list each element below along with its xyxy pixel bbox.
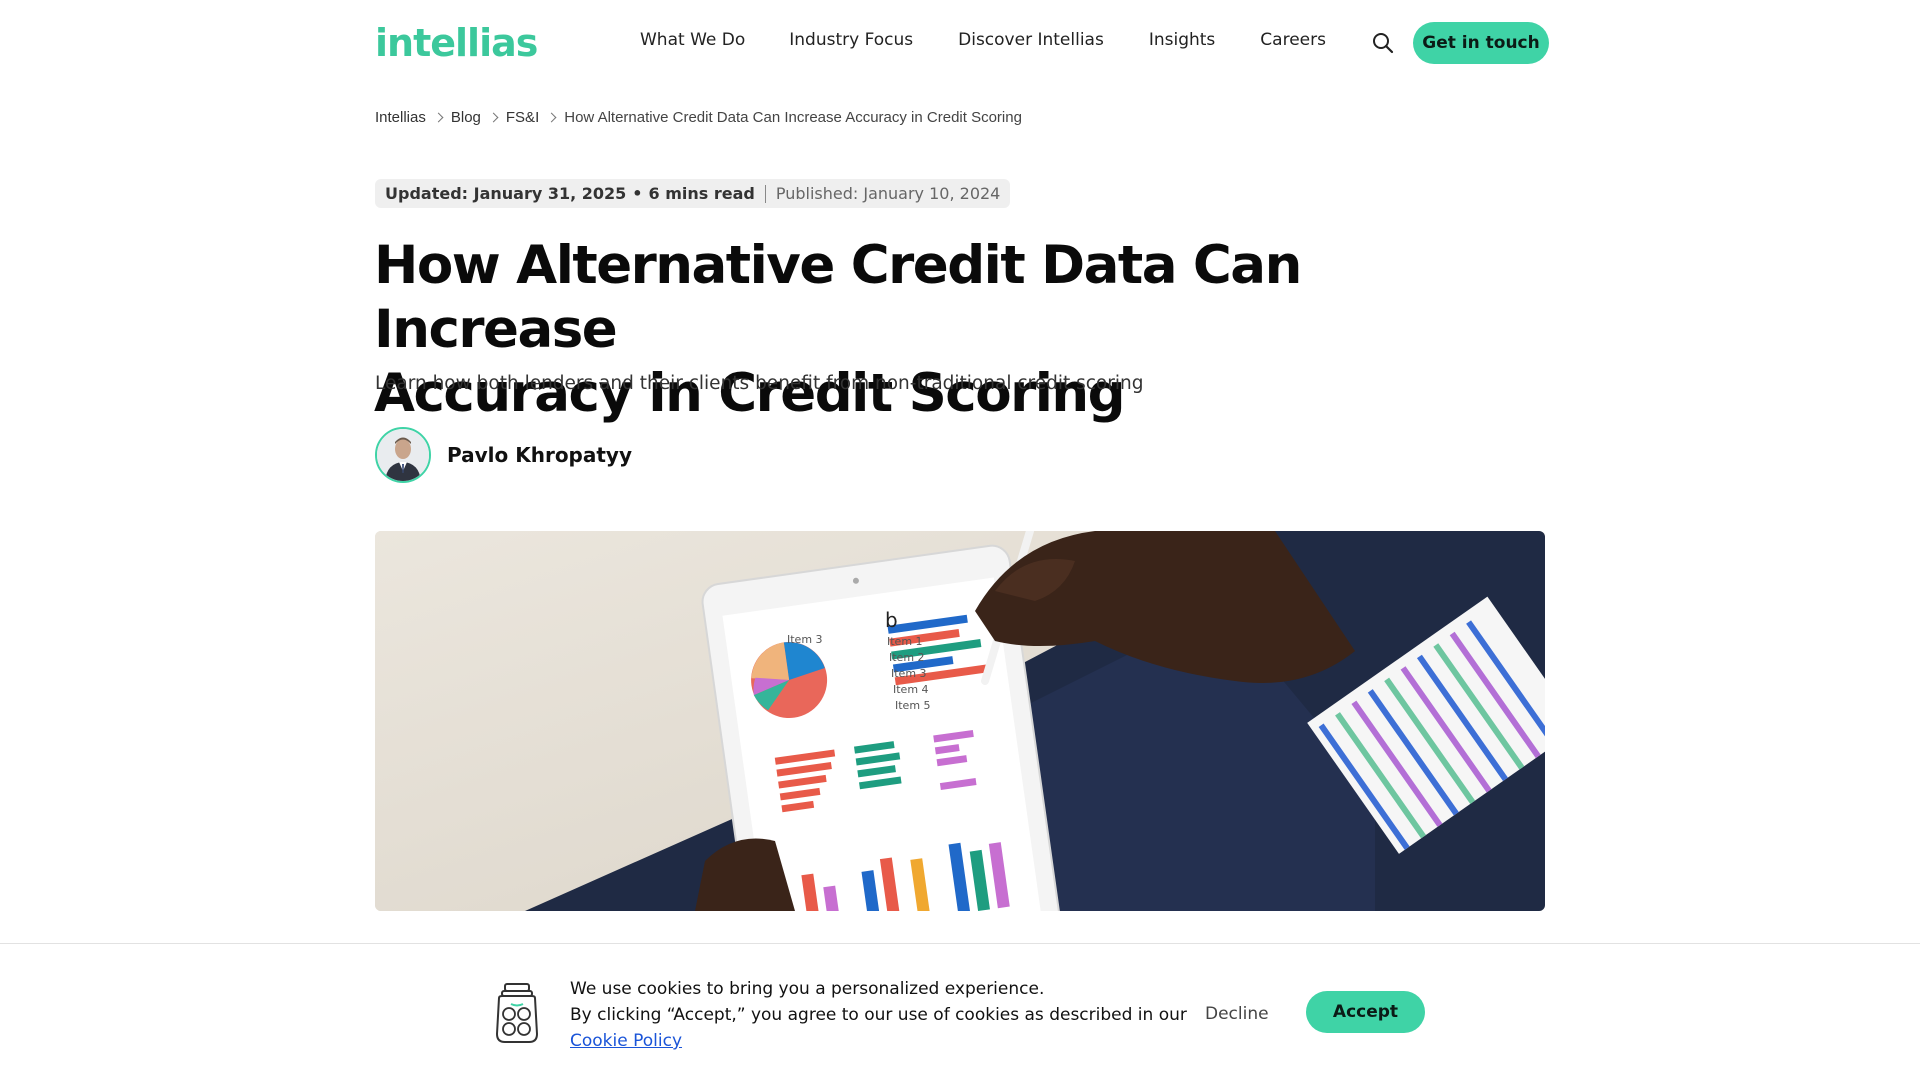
cookie-message: We use cookies to bring you a personaliz… [570,976,1187,1054]
chevron-right-icon [433,112,444,123]
nav-careers[interactable]: Careers [1260,30,1326,50]
hero-item-label: Item 4 [893,683,929,696]
nav-what-we-do[interactable]: What We Do [640,30,745,50]
nav-industry-focus[interactable]: Industry Focus [789,30,913,50]
read-time: 6 mins read [648,184,755,203]
hero-item-label: Item 2 [889,651,925,664]
page-title: How Alternative Credit Data Can Increase… [374,234,1524,426]
breadcrumb-fsi[interactable]: FS&I [506,109,539,126]
decline-button[interactable]: Decline [1205,1004,1269,1024]
hero-item-label: Item 1 [887,635,923,648]
avatar[interactable] [375,427,431,483]
search-icon[interactable] [1371,31,1395,55]
cookie-banner: We use cookies to bring you a personaliz… [0,943,1920,1080]
breadcrumb-current: How Alternative Credit Data Can Increase… [564,109,1022,126]
cookie-line-2: By clicking “Accept,” you agree to our u… [570,1005,1187,1025]
breadcrumb-intellias[interactable]: Intellias [375,109,426,126]
intellias-logo[interactable]: intellias [375,21,538,65]
author-name[interactable]: Pavlo Khropatyy [447,443,632,467]
main-nav: What We Do Industry Focus Discover Intel… [640,30,1371,50]
cookie-line-1: We use cookies to bring you a personaliz… [570,979,1045,999]
nav-discover-intellias[interactable]: Discover Intellias [958,30,1104,50]
cookie-jar-icon [493,982,541,1044]
meta-dot: • [632,184,643,203]
cookie-policy-link[interactable]: Cookie Policy [570,1031,682,1051]
breadcrumb-blog[interactable]: Blog [451,109,481,126]
site-header: intellias What We Do Industry Focus Disc… [0,0,1920,86]
get-in-touch-button[interactable]: Get in touch [1413,22,1549,64]
hero-image: b Item 3 Item 1 Item 2 Item 3 Item 4 Ite… [375,531,1545,911]
hero-item-label: Item 3 [891,667,927,680]
breadcrumb: Intellias Blog FS&I How Alternative Cred… [375,109,1022,126]
nav-insights[interactable]: Insights [1149,30,1215,50]
updated-date: Updated: January 31, 2025 [385,184,627,203]
hero-panel-letter: b [885,608,898,632]
meta-divider [764,184,766,203]
published-date: Published: January 10, 2024 [775,184,1001,203]
chevron-right-icon [546,112,557,123]
article-meta: Updated: January 31, 2025 • 6 mins read … [375,179,1011,208]
title-line-1: How Alternative Credit Data Can Increase [374,235,1302,360]
page-subtitle: Learn how both lenders and their clients… [375,373,1144,394]
author-block[interactable]: Pavlo Khropatyy [375,427,632,483]
accept-button[interactable]: Accept [1306,991,1425,1033]
hero-pie-label: Item 3 [787,633,823,646]
chevron-right-icon [488,112,499,123]
hero-item-label: Item 5 [895,699,931,712]
